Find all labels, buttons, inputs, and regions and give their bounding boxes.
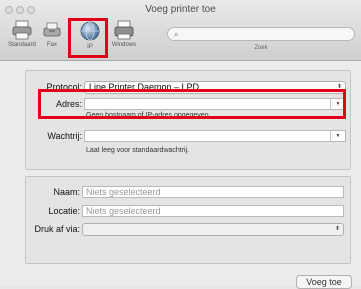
updown-arrows-icon: ⬍ — [334, 226, 340, 232]
window-title: Voeg printer toe — [145, 4, 216, 15]
search-label: Zoek — [254, 45, 268, 51]
queue-combobox[interactable]: ▼ — [84, 130, 346, 142]
toolbar-fax-label: Fax — [46, 42, 57, 48]
chevron-down-icon[interactable]: ▼ — [330, 131, 345, 141]
name-placeholder: Niets geselecteerd — [86, 187, 161, 197]
queue-hint: Laat leeg voor standaardwachtrij. — [86, 147, 190, 154]
default-printer-icon — [12, 20, 32, 40]
driver-select[interactable]: ⬍ — [82, 223, 344, 236]
toolbar-windows-label: Windows — [111, 42, 137, 48]
toolbar-windows-button[interactable]: Windows — [104, 20, 144, 58]
name-input[interactable]: Niets geselecteerd — [82, 186, 344, 198]
highlight-ip-tab — [68, 18, 108, 58]
queue-label: Wachtrij: — [47, 131, 82, 141]
driver-label: Druk af via: — [34, 224, 80, 234]
toolbar-fax-button[interactable]: Fax — [32, 20, 72, 58]
name-label: Naam: — [53, 187, 80, 197]
fax-icon — [43, 22, 61, 37]
search-input[interactable]: ⌕ — [167, 27, 355, 41]
printer-info-panel: Naam: Niets geselecteerd Locatie: Niets … — [25, 176, 351, 264]
add-printer-button[interactable]: Voeg toe — [296, 275, 352, 289]
highlight-address-field — [38, 89, 346, 119]
windows-printer-icon — [114, 20, 134, 40]
toolbar: Voeg printer toe Standaard Fax IP Window… — [0, 0, 361, 61]
search-icon: ⌕ — [174, 30, 179, 39]
add-printer-window: Voeg printer toe Standaard Fax IP Window… — [0, 0, 361, 289]
location-label: Locatie: — [48, 206, 80, 216]
search-area: ⌕ Zoek — [167, 27, 357, 55]
connection-panel: Protocol: Line Printer Daemon – LPD ⬍ Ad… — [25, 70, 351, 170]
location-input[interactable]: Niets geselecteerd — [82, 205, 344, 217]
location-placeholder: Niets geselecteerd — [86, 206, 161, 216]
